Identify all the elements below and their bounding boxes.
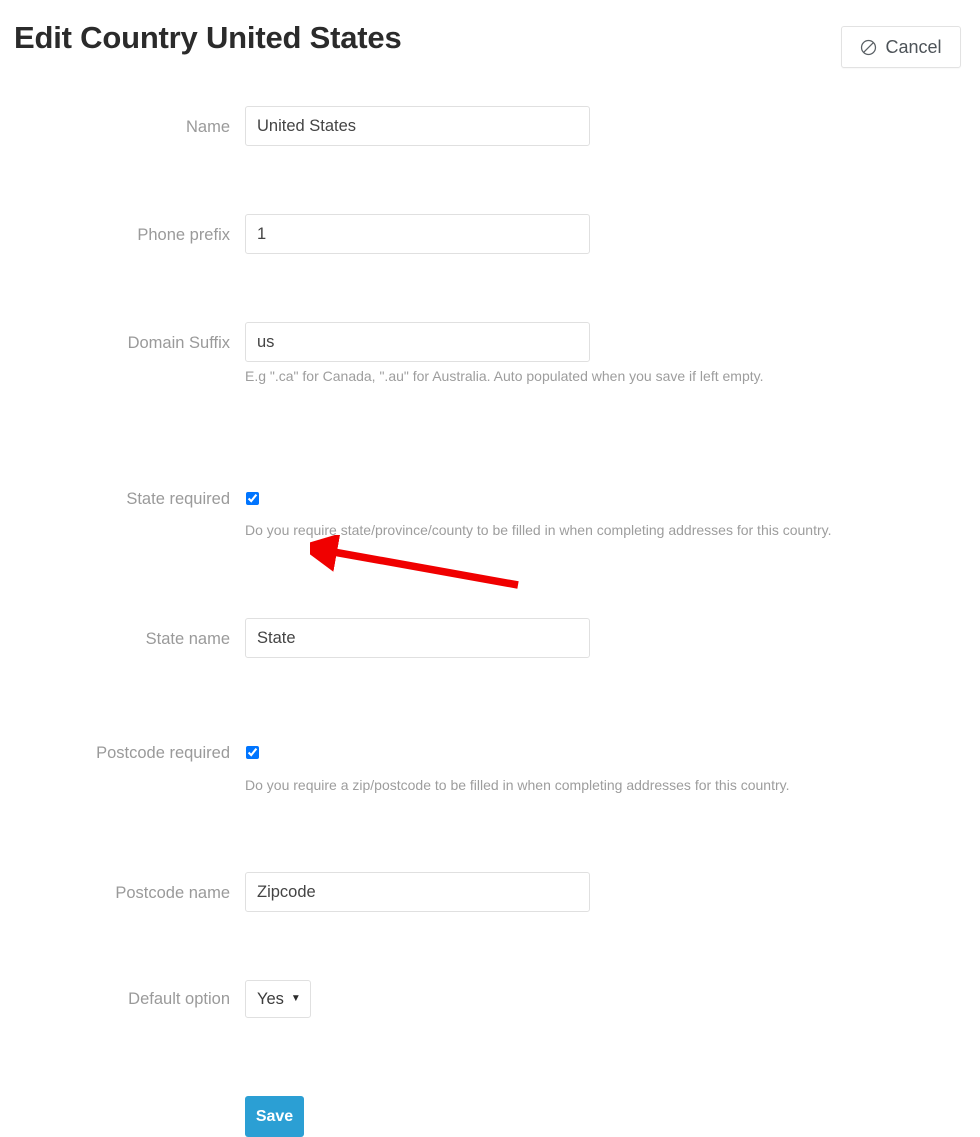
postcode-required-checkbox[interactable] [246, 746, 259, 759]
cancel-button[interactable]: Cancel [841, 26, 961, 68]
form-row-domain-suffix: Domain Suffix E.g ".ca" for Canada, ".au… [0, 204, 980, 384]
label-name: Name [185, 118, 230, 136]
page-header: Edit Country United States Cancel [0, 0, 980, 86]
form-row-postcode-required: Postcode required Do you require a zip/p… [0, 413, 980, 793]
label-postcode-name: Postcode name [115, 884, 230, 902]
label-default-option: Default option [128, 990, 230, 1008]
form-row-default-option: Default option Yes ▼ [0, 533, 980, 1018]
default-option-value: Yes [257, 989, 284, 1008]
page-title: Edit Country United States [14, 20, 402, 55]
form-row-state-name: State name [0, 352, 980, 658]
save-button[interactable]: Save [245, 1096, 304, 1137]
form-row-phone-prefix: Phone prefix [0, 150, 980, 254]
label-domain-suffix: Domain Suffix [127, 334, 230, 352]
help-text-postcode-required: Do you require a zip/postcode to be fill… [245, 777, 790, 793]
cancel-button-label: Cancel [885, 37, 942, 57]
label-postcode-required: Postcode required [96, 744, 230, 762]
postcode-name-input[interactable] [245, 872, 590, 912]
name-input[interactable] [245, 106, 590, 146]
chevron-down-icon: ▼ [290, 993, 301, 1004]
form-row-state-required: State required Do you require state/prov… [0, 286, 980, 538]
form-row-name: Name [0, 96, 980, 146]
default-option-select[interactable]: Yes ▼ [245, 980, 311, 1018]
ban-icon [860, 39, 877, 56]
form-row-submit: Save [0, 591, 980, 1137]
form-row-postcode-name: Postcode name [0, 479, 980, 912]
